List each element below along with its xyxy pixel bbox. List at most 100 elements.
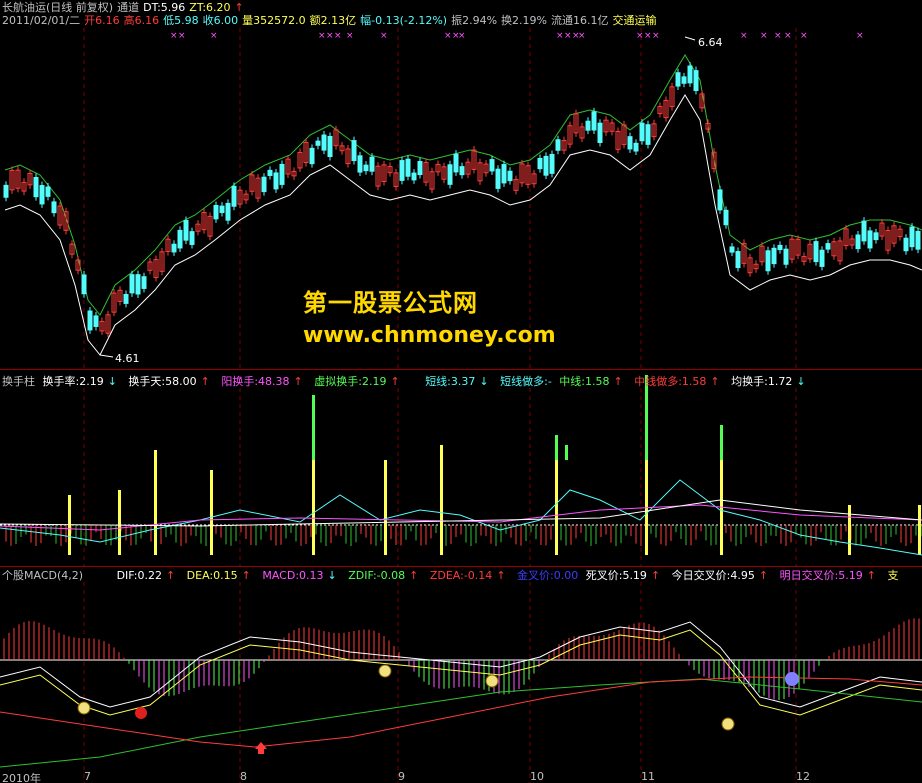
candle-body [225, 202, 231, 221]
indicator-name: 通道 [117, 1, 140, 14]
candle-body [489, 159, 495, 172]
turnover-panel[interactable]: 换手柱 换手率:2.19 ↓ 换手天:58.00 ↑ 阳换手:48.38 ↑ 虚拟换手… [0, 370, 922, 567]
turnover-days: 换手天:58.00 ↑ [128, 375, 210, 388]
turnover-chart[interactable] [0, 370, 922, 567]
signal-mark: × [856, 31, 864, 41]
price-header-line1: 长航油运(日线 前复权) 通道 DT:5.96 ZT:6.20 ↑ [2, 1, 252, 14]
candle-body [177, 229, 183, 249]
candle-body [171, 243, 177, 253]
watermark-title: 第一股票公式网 [303, 289, 478, 317]
candle-body [417, 161, 423, 176]
turnover-virtual: 虚拟换手:2.19 ↑ [314, 375, 400, 388]
candle-body [915, 230, 921, 250]
watermark-url: www.chnmoney.com [303, 323, 556, 348]
price-panel[interactable]: × × × × × × × × × × × × × × × × × × × × × × × × 长航油运(日线 前复权) 通道 D… [0, 0, 922, 370]
x-axis-label: 10 [530, 770, 544, 783]
macd-title: 个股MACD(4,2) [2, 569, 84, 582]
candle-body [219, 205, 225, 214]
turnover-short-long: 短线做多:- [500, 375, 552, 388]
quote-volume: 量352572.0 [242, 14, 306, 27]
sell-signal-icon [135, 707, 147, 719]
candle-body [813, 241, 819, 263]
turnover-header: 换手柱 换手率:2.19 ↓ 换手天:58.00 ↑ 阳换手:48.38 ↑ 虚拟换手… [2, 375, 814, 388]
turnover-green-spike [720, 425, 723, 460]
candle-body [363, 164, 369, 172]
signal-mark: × [556, 31, 564, 41]
candle-body [825, 243, 831, 250]
turnover-spike [118, 490, 121, 555]
candle-body [903, 237, 909, 252]
face-signal-icon [785, 672, 799, 686]
candle-body [501, 164, 507, 184]
x-axis-label: 11 [641, 770, 655, 783]
turnover-title: 换手柱 [2, 375, 35, 388]
signal-mark: × [564, 31, 572, 41]
candle-body [453, 153, 459, 173]
turnover-spike [918, 505, 921, 555]
candle-body [597, 122, 603, 144]
candle-body [279, 163, 285, 185]
money-bag-icon [77, 701, 91, 715]
macd-golden: 金叉价:0.00 [517, 569, 579, 582]
candle-body [81, 274, 87, 295]
candle-body [681, 76, 687, 84]
stock-name: 长航油运(日线 前复权) [2, 1, 114, 14]
candle-body [633, 142, 639, 152]
candle-body [87, 310, 93, 331]
signal-mark: × [800, 31, 808, 41]
turnover-green-spike [565, 445, 568, 460]
signal-mark: × [210, 31, 218, 41]
quote-change: 幅-0.13(-2.12%) [360, 14, 448, 27]
quote-sector: 交通运输 [612, 14, 657, 27]
candle-body [3, 184, 9, 198]
candle-body [543, 155, 549, 176]
candle-body [33, 176, 39, 198]
candle-body [627, 136, 633, 150]
low-marker-line [99, 354, 114, 358]
candle-body [405, 158, 411, 177]
signal-mark: × [740, 31, 748, 41]
candle-body [129, 274, 135, 294]
money-bag-icon [378, 664, 392, 678]
candle-body [507, 170, 513, 182]
candle-body [351, 140, 357, 162]
candle-body [123, 293, 129, 304]
candle-body [693, 70, 699, 92]
macd-dea: DEA:0.15 ↑ [186, 569, 251, 582]
candle-body [729, 246, 735, 253]
macd-death: 死叉价:5.19 ↑ [585, 569, 661, 582]
x-axis-label: 7 [84, 770, 91, 783]
candle-body [495, 168, 501, 189]
candle-body [459, 166, 465, 176]
candle-body [399, 160, 405, 181]
macd-chart[interactable] [0, 567, 922, 783]
macd-panel[interactable]: 个股MACD(4,2) DIF:0.22 ↑ DEA:0.15 ↑ MACD:0.1… [0, 567, 922, 783]
candle-body [735, 251, 741, 269]
zt-value: ZT:6.20 ↑ [189, 1, 244, 14]
short-line [0, 479, 922, 556]
candle-body [369, 156, 375, 172]
turnover-avg: 均换手:1.72 ↓ [731, 375, 806, 388]
candle-body [183, 220, 189, 241]
candle-body [645, 124, 651, 145]
turnover-mid-long: 中线做多:1.58 ↑ [634, 375, 720, 388]
candle-body [357, 155, 363, 173]
quote-float: 流通16.1亿 [550, 14, 609, 27]
candle-body [327, 136, 333, 158]
candle-body [261, 176, 267, 193]
quote-date: 2011/02/01/二 [2, 14, 81, 27]
macd-cut: 支 [887, 569, 899, 582]
signal-mark: × [380, 31, 388, 41]
macd-zdea: ZDEA:-0.14 ↑ [429, 569, 506, 582]
x-axis-label: 8 [240, 770, 247, 783]
candle-body [867, 230, 873, 249]
low-price-label: 4.61 [115, 352, 140, 365]
signal-mark: × [760, 31, 768, 41]
turnover-yang: 阳换手:48.38 ↑ [221, 375, 303, 388]
candle-body [39, 185, 45, 205]
turnover-mid: 中线:1.58 ↑ [559, 375, 623, 388]
candle-body [135, 274, 141, 295]
turnover-green-spike [312, 395, 315, 460]
candle-body [675, 72, 681, 87]
signal-mark: × [444, 31, 452, 41]
